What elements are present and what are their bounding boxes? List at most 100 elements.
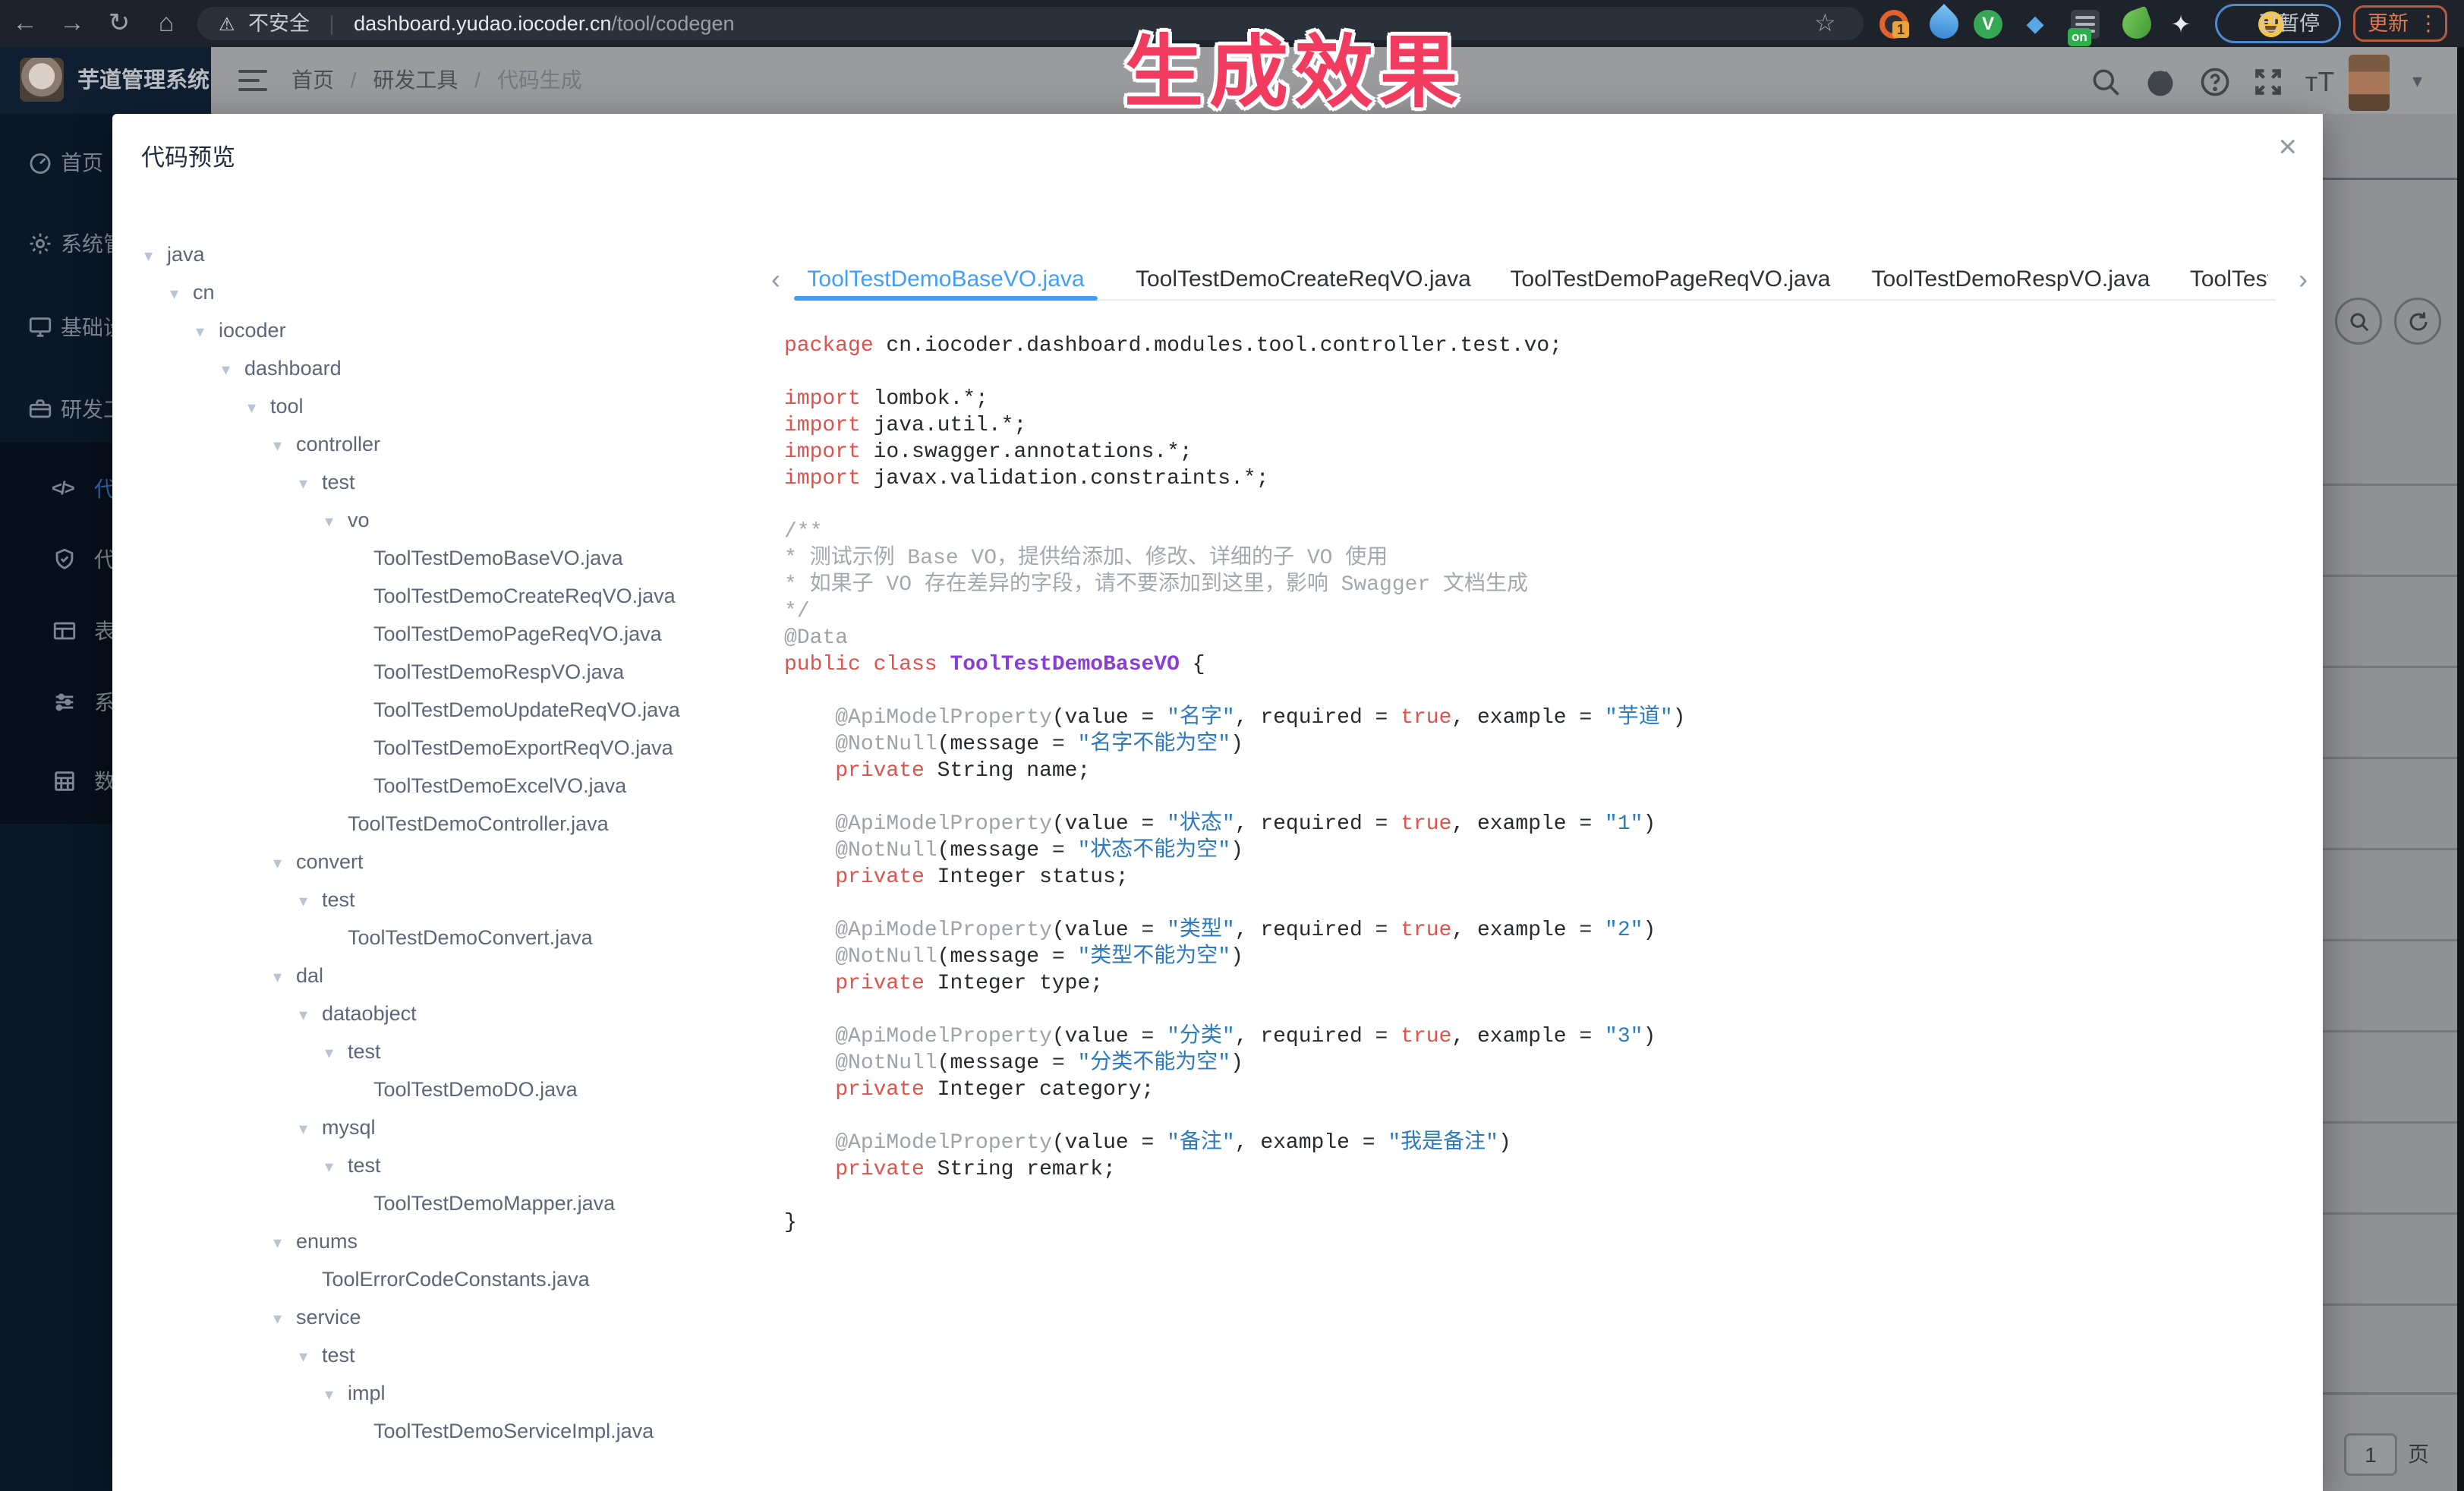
browser-scrollbar[interactable] [2457,47,2464,1491]
tab-1[interactable]: ToolTestDemoCreateReqVO.java [1136,261,1471,301]
caret-down-icon[interactable]: ▾ [273,1300,296,1338]
address-bar[interactable]: ⚠ 不安全 | dashboard.yudao.iocoder.cn/tool/… [197,7,1864,40]
tab-4[interactable]: ToolTestDemoUpdateReqVO.java [2190,261,2268,301]
caret-down-icon[interactable]: ▾ [299,996,322,1034]
tree-folder[interactable]: ▾dal [144,957,774,995]
tree-folder[interactable]: ▾test [144,1336,774,1374]
tabs-next-icon[interactable]: › [2299,261,2308,298]
tree-folder[interactable]: ▾controller [144,425,774,463]
tree-folder[interactable]: ▾test [144,1032,774,1070]
caret-down-icon[interactable]: ▾ [325,1034,348,1072]
tree-folder[interactable]: ▾test [144,463,774,501]
extension-drop-icon[interactable] [1924,4,1965,45]
tree-node-label: ToolTestDemoUpdateReqVO.java [373,698,680,721]
tree-folder[interactable]: ▾enums [144,1222,774,1260]
update-label: 更新 [2368,8,2409,39]
tab-3[interactable]: ToolTestDemoRespVO.java [1870,261,2152,301]
bookmark-star-icon[interactable]: ☆ [1814,0,1836,47]
browser-menu-kebab-icon[interactable]: ⋮ [2418,8,2439,39]
tree-file[interactable]: ToolTestDemoConvert.java [144,919,774,957]
caret-down-icon[interactable]: ▾ [325,1376,348,1414]
tree-folder[interactable]: ▾impl [144,1374,774,1412]
code-line: * 测试示例 Base VO，提供给添加、修改、详细的子 VO 使用 [784,545,2295,572]
extension-leaf-icon[interactable] [2119,6,2156,43]
fullscreen-icon[interactable] [2251,65,2285,99]
back-icon[interactable]: ← [6,0,44,47]
caret-down-icon[interactable]: ▾ [222,351,244,389]
home-icon[interactable]: ⌂ [147,0,185,47]
caret-down-icon[interactable]: ▾ [273,844,296,882]
extensions-puzzle-icon[interactable]: ✦ [2166,10,2195,39]
tree-file[interactable]: ToolTestDemoUpdateReqVO.java [144,691,774,729]
tab-0[interactable]: ToolTestDemoBaseVO.java [794,261,1098,301]
tabs-prev-icon[interactable]: ‹ [771,261,780,298]
caret-down-icon[interactable]: ▾ [247,389,270,427]
breadcrumb-devtool[interactable]: 研发工具 [373,68,458,92]
gear-icon [27,231,53,257]
paused-extension-button[interactable]: 已暂停 [2215,4,2341,43]
tree-file[interactable]: ToolTestDemoServiceImpl.java [144,1412,774,1450]
caret-down-icon[interactable]: ▾ [144,237,167,275]
caret-down-icon[interactable]: ▾ [273,1224,296,1262]
caret-down-icon[interactable]: ▾ [273,427,296,465]
tree-file[interactable]: ToolTestDemoMapper.java [144,1184,774,1222]
caret-down-icon[interactable]: ▾ [299,1338,322,1376]
help-icon[interactable] [2198,65,2232,99]
tree-folder[interactable]: ▾convert [144,843,774,881]
forward-icon[interactable]: → [53,0,91,47]
tree-file[interactable]: ToolTestDemoExportReqVO.java [144,729,774,767]
caret-down-icon[interactable]: ▾ [196,313,219,351]
pagination-input[interactable]: 1 [2344,1433,2397,1476]
tree-folder[interactable]: ▾dashboard [144,349,774,387]
tree-node-label: iocoder [219,319,286,342]
caret-down-icon[interactable]: ▾ [273,958,296,996]
tree-folder[interactable]: ▾service [144,1298,774,1336]
sidebar-toggle-icon[interactable] [238,68,267,93]
tree-folder[interactable]: ▾iocoder [144,311,774,349]
caret-down-icon[interactable]: ▾ [299,882,322,920]
search-icon[interactable] [2089,65,2122,99]
tree-node-label: test [322,888,355,911]
close-icon[interactable]: × [2278,131,2297,162]
tree-file[interactable]: ToolTestDemoPageReqVO.java [144,615,774,653]
breadcrumb-home[interactable]: 首页 [291,68,334,92]
caret-down-icon[interactable]: ▾ [299,465,322,503]
caret-down-icon[interactable]: ▾ [325,503,348,541]
refresh-circle-button[interactable] [2394,298,2441,345]
tree-folder[interactable]: ▾mysql [144,1108,774,1146]
user-avatar[interactable] [2349,55,2390,111]
tree-file[interactable]: ToolTestDemoRespVO.java [144,653,774,691]
file-tabs: ‹ ToolTestDemoBaseVO.java ToolTestDemoCre… [771,261,2294,301]
tree-folder[interactable]: ▾test [144,881,774,919]
caret-down-icon[interactable]: ▾ [299,1110,322,1148]
avatar-caret-icon[interactable]: ▾ [2412,47,2422,114]
security-label[interactable]: 不安全 [248,12,310,35]
tree-folder[interactable]: ▾tool [144,387,774,425]
extension-v-icon[interactable]: V [1974,10,2002,39]
chrome-update-button[interactable]: 更新 ⋮ [2353,5,2447,42]
tree-folder[interactable]: ▾test [144,1146,774,1184]
caret-down-icon[interactable]: ▾ [170,275,193,313]
tree-file[interactable]: ToolTestDemoExcelVO.java [144,767,774,805]
tree-file[interactable]: ToolTestDemoController.java [144,805,774,843]
font-size-icon[interactable]: ᴛT [2303,65,2336,99]
code-line: @ApiModelProperty(value = "类型", required… [784,917,2295,944]
tree-file[interactable]: ToolTestDemoBaseVO.java [144,539,774,577]
tree-file[interactable]: ToolErrorCodeConstants.java [144,1260,774,1298]
search-circle-button[interactable] [2335,298,2382,345]
tab-2[interactable]: ToolTestDemoPageReqVO.java [1509,261,1832,301]
tree-folder[interactable]: ▾cn [144,273,774,311]
reload-icon[interactable]: ↻ [100,0,138,47]
extension-icon[interactable]: 1 [1880,10,1908,39]
tree-folder[interactable]: ▾dataobject [144,995,774,1032]
tree-folder[interactable]: ▾java [144,235,774,273]
tree-folder[interactable]: ▾vo [144,501,774,539]
github-icon[interactable] [2144,65,2177,99]
extension-diamond-icon[interactable]: ◆ [2021,10,2050,39]
extension-list-icon[interactable]: on [2071,10,2100,39]
tree-file[interactable]: ToolTestDemoCreateReqVO.java [144,577,774,615]
table-icon [52,618,77,644]
caret-down-icon[interactable]: ▾ [325,1148,348,1186]
code-line: import lombok.*; [784,386,2295,412]
tree-file[interactable]: ToolTestDemoDO.java [144,1070,774,1108]
